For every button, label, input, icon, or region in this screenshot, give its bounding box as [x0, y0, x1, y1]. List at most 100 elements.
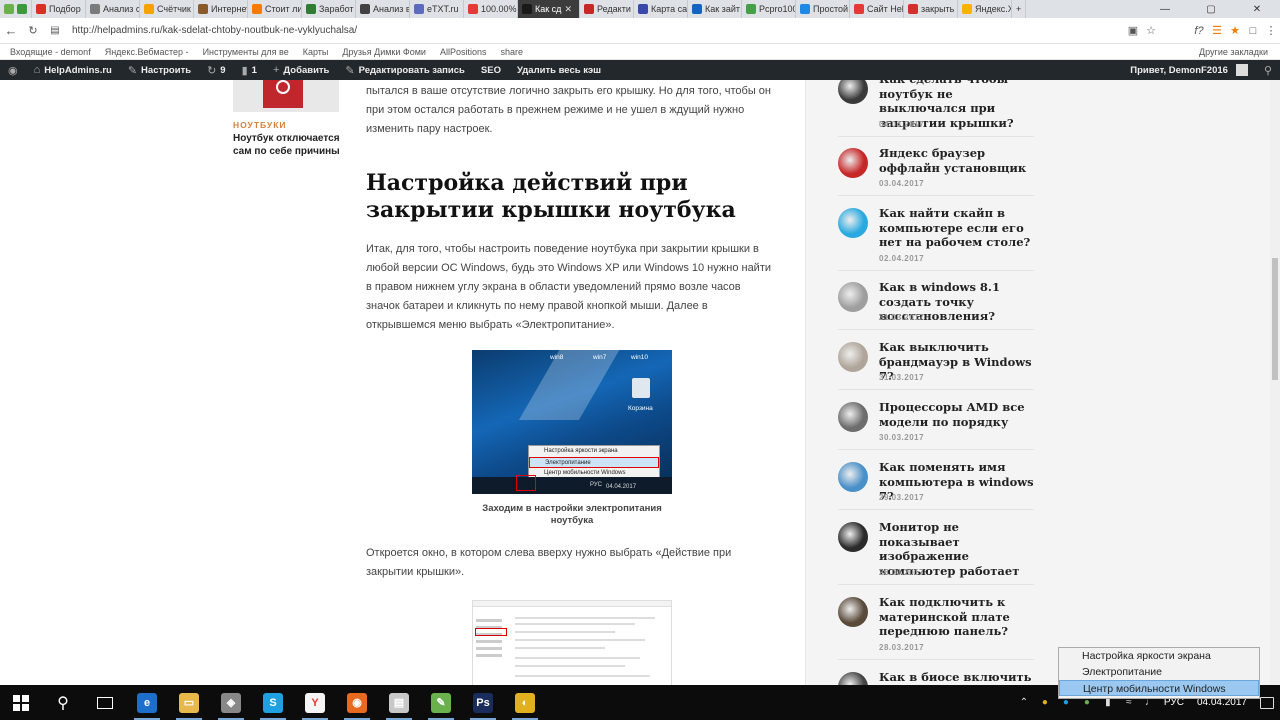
browser-tab[interactable]: Pcpro100	[742, 0, 796, 18]
browser-tab[interactable]: Стоит ли	[248, 0, 302, 18]
browser-tab[interactable]: eTXT.ru	[410, 0, 464, 18]
seo-link[interactable]: SEO	[473, 60, 509, 80]
sidebar-post-thumbnail[interactable]	[838, 282, 868, 312]
new-tab-button[interactable]: +	[1012, 0, 1027, 18]
sidebar-post-item[interactable]: Как в биосе включить	[838, 670, 1038, 685]
browser-tab[interactable]: Анализ в	[356, 0, 410, 18]
sidebar-post-thumbnail[interactable]	[838, 462, 868, 492]
sidebar-post-title[interactable]: Процессоры AMD все модели по порядку	[879, 400, 1039, 429]
sidebar-post-thumbnail[interactable]	[838, 342, 868, 372]
related-post-title[interactable]: Ноутбук отключается сам по себе причины	[233, 132, 343, 158]
bookmark-link[interactable]: AllPositions	[440, 47, 487, 57]
browser-tab[interactable]: Карта са	[634, 0, 688, 18]
sidebar-post-item[interactable]: Как поменять имя компьютера в windows 7?…	[838, 460, 1038, 520]
sidebar-post-thumbnail[interactable]	[838, 208, 868, 238]
comments-link[interactable]: ▮ 1	[234, 60, 265, 80]
rss-icon[interactable]: ☰	[1208, 22, 1226, 40]
sidebar-post-thumbnail[interactable]	[838, 402, 868, 432]
taskbar-app-notepad[interactable]: ✎	[420, 685, 462, 720]
taskbar-app-app10[interactable]: ◐	[504, 685, 546, 720]
edit-post-link[interactable]: ✎ Редактировать запись	[337, 60, 472, 80]
browser-tab[interactable]: Подбор	[32, 0, 86, 18]
clear-cache-link[interactable]: Удалить весь кэш	[509, 60, 609, 80]
page-icon[interactable]: □	[1244, 22, 1262, 40]
sidebar-post-item[interactable]: Как найти скайп в компьютере если его не…	[838, 206, 1039, 271]
browser-tab[interactable]: Редакти	[580, 0, 634, 18]
sidebar-post-title[interactable]: Как в биосе включить	[879, 670, 1039, 685]
related-post-thumbnail[interactable]	[233, 80, 339, 112]
sidebar-post-item[interactable]: Как подключить к материнской плате перед…	[838, 595, 1039, 660]
sidebar-post-item[interactable]: Яндекс браузер оффлайн установщик 03.04.2…	[838, 146, 1038, 206]
updates-link[interactable]: ↻ 9	[199, 60, 234, 80]
taskbar-app-edge[interactable]: e	[126, 685, 168, 720]
menu-item-brightness[interactable]: Настройка яркости экрана	[1059, 648, 1259, 664]
browser-tab[interactable]: Яндекс.Х	[958, 0, 1012, 18]
bookmark-link[interactable]: Входящие - demonf	[10, 47, 91, 57]
menu-item-power-options[interactable]: Электропитание	[1059, 664, 1259, 680]
sidebar-post-item[interactable]: Как в windows 8.1 создать точку восстано…	[838, 280, 1038, 340]
taskbar-app-yandex[interactable]: Y	[294, 685, 336, 720]
other-bookmarks-button[interactable]: Другие закладки	[1199, 47, 1268, 57]
sidebar-post-title[interactable]: Как подключить к материнской плате перед…	[879, 595, 1039, 639]
taskbar-app-firefox[interactable]: ◉	[336, 685, 378, 720]
taskbar-app-explorer[interactable]: ▭	[168, 685, 210, 720]
bookmark-link[interactable]: Друзья Димки Фоми	[342, 47, 426, 57]
browser-tab[interactable]: Интернет	[194, 0, 248, 18]
taskbar-app-skype[interactable]: S	[252, 685, 294, 720]
font-extension-icon[interactable]: f?	[1190, 22, 1208, 40]
browser-tab[interactable]: Заработ	[302, 0, 356, 18]
browser-tab[interactable]: Простой	[796, 0, 850, 18]
bookmark-star-icon[interactable]: ★	[1226, 22, 1244, 40]
add-new-link[interactable]: + Добавить	[265, 60, 337, 80]
maximize-button[interactable]: ▢	[1188, 0, 1234, 18]
browser-tab[interactable]: Анализ с	[86, 0, 140, 18]
bookmark-link[interactable]: Яндекс.Вебмастер -	[105, 47, 189, 57]
tray-app-icon[interactable]: ●	[1038, 696, 1052, 710]
gmail-pinned-tab[interactable]	[0, 0, 32, 18]
sidebar-post-thumbnail[interactable]	[838, 80, 868, 104]
menu-icon[interactable]: ⋮	[1262, 22, 1280, 40]
close-window-button[interactable]: ✕	[1234, 0, 1280, 18]
bookmark-link[interactable]: Инструменты для ве	[203, 47, 289, 57]
taskbar-app-app7[interactable]: ▤	[378, 685, 420, 720]
sidebar-post-title[interactable]: Яндекс браузер оффлайн установщик	[879, 146, 1039, 175]
search-icon[interactable]: ⚲	[42, 685, 84, 720]
sidebar-post-item[interactable]: Монитор не показывает изображение компью…	[838, 520, 1038, 585]
sidebar-post-title[interactable]: Как найти скайп в компьютере если его не…	[879, 206, 1039, 250]
taskbar-app-app3[interactable]: ◈	[210, 685, 252, 720]
extension-icon[interactable]: ▣	[1124, 22, 1142, 40]
notification-center-icon[interactable]	[1260, 696, 1274, 709]
sidebar-post-item[interactable]: Как сделать чтобы ноутбук не выключался …	[838, 80, 1038, 137]
task-view-icon[interactable]	[84, 685, 126, 720]
browser-tab[interactable]: Как сд ✕	[518, 0, 580, 18]
browser-tab[interactable]: закрыть	[904, 0, 958, 18]
sidebar-post-thumbnail[interactable]	[838, 672, 868, 685]
site-name-link[interactable]: ⌂ HelpAdmins.ru	[26, 60, 120, 80]
bookmark-link[interactable]: share	[500, 47, 523, 57]
browser-tab[interactable]: Сайт Hel	[850, 0, 904, 18]
browser-tab[interactable]: Счётчик	[140, 0, 194, 18]
scrollbar-thumb[interactable]	[1272, 258, 1278, 380]
sidebar-post-thumbnail[interactable]	[838, 597, 868, 627]
bookmark-link[interactable]: Карты	[303, 47, 329, 57]
reload-icon[interactable]: ↻	[22, 20, 44, 42]
browser-tab[interactable]: 100.00%	[464, 0, 518, 18]
tray-chevron-icon[interactable]: ⌃	[1017, 696, 1031, 710]
menu-item-mobility-center[interactable]: Центр мобильности Windows	[1059, 680, 1259, 696]
scrollbar[interactable]	[1270, 80, 1280, 685]
sidebar-post-item[interactable]: Как выключить брандмауэр в Windows 7? 31.…	[838, 340, 1038, 400]
url-input[interactable]: http://helpadmins.ru/kak-sdelat-chtoby-n…	[66, 21, 1124, 41]
back-button[interactable]: ←	[0, 20, 22, 42]
sidebar-post-item[interactable]: Процессоры AMD все модели по порядку 30.0…	[838, 400, 1038, 460]
page-info-icon[interactable]: ▤	[44, 20, 66, 42]
star-icon[interactable]: ☆	[1142, 22, 1160, 40]
wordpress-logo-icon[interactable]: ◉	[0, 60, 26, 80]
sidebar-post-thumbnail[interactable]	[838, 148, 868, 178]
start-button[interactable]	[0, 685, 42, 720]
taskbar-app-photoshop[interactable]: Ps	[462, 685, 504, 720]
related-post-category[interactable]: НОУТБУКИ	[233, 120, 287, 130]
tab-close-icon[interactable]: ✕	[564, 4, 572, 15]
search-icon[interactable]: ⚲	[1256, 60, 1280, 80]
sidebar-post-thumbnail[interactable]	[838, 522, 868, 552]
minimize-button[interactable]: —	[1142, 0, 1188, 18]
